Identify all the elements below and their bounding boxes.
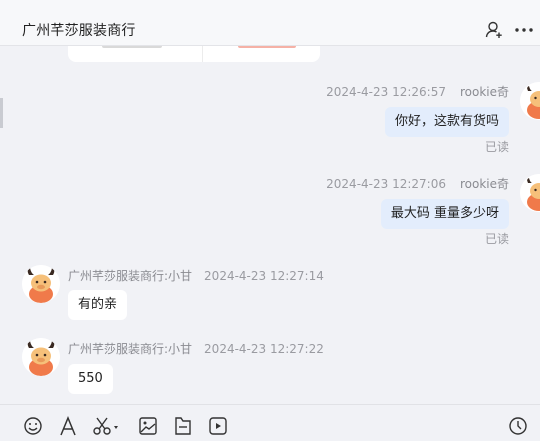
font-icon[interactable]	[57, 415, 79, 437]
history-icon[interactable]	[507, 415, 529, 437]
message-bubble[interactable]: 你好，这款有货吗	[384, 107, 509, 137]
avatar[interactable]	[520, 82, 540, 120]
file-icon[interactable]	[172, 415, 194, 437]
card-stub-left	[102, 46, 162, 48]
message-timestamp: 2024-4-23 12:26:57	[326, 85, 446, 99]
message-timestamp: 2024-4-23 12:27:14	[204, 269, 324, 283]
message-meta: 广州芊莎服装商行:小甘 2024-4-23 12:27:14	[68, 267, 324, 284]
add-user-icon[interactable]	[484, 20, 504, 40]
card-stub-right	[238, 46, 296, 48]
message-timestamp: 2024-4-23 12:27:06	[326, 177, 446, 191]
emoji-icon[interactable]	[22, 415, 44, 437]
video-icon[interactable]	[207, 415, 229, 437]
cow-avatar-icon	[22, 338, 60, 376]
chat-header: 广州芊莎服装商行	[0, 0, 540, 46]
message-meta: 2024-4-23 12:27:06 rookie奇	[326, 175, 509, 192]
read-status: 已读	[484, 140, 509, 154]
previous-product-card[interactable]	[68, 46, 320, 62]
image-icon[interactable]	[137, 415, 159, 437]
sender-name: rookie奇	[459, 85, 509, 99]
message-timestamp: 2024-4-23 12:27:22	[204, 342, 324, 356]
sender-name: 广州芊莎服装商行:小甘	[68, 269, 193, 283]
input-toolbar	[0, 404, 540, 437]
scroll-handle[interactable]	[0, 98, 3, 128]
card-divider	[202, 46, 203, 62]
sender-name: 广州芊莎服装商行:小甘	[68, 342, 193, 356]
message-bubble[interactable]: 550	[68, 364, 113, 394]
avatar[interactable]	[520, 174, 540, 212]
scissors-icon[interactable]	[92, 415, 122, 437]
read-status: 已读	[484, 232, 509, 246]
cow-avatar-icon	[520, 82, 540, 120]
chat-title: 广州芊莎服装商行	[22, 23, 136, 39]
message-meta: 2024-4-23 12:26:57 rookie奇	[326, 83, 509, 100]
cow-avatar-icon	[520, 174, 540, 212]
cow-avatar-icon	[22, 265, 60, 303]
more-icon[interactable]	[514, 20, 534, 40]
message-bubble[interactable]: 有的亲	[68, 290, 128, 320]
avatar[interactable]	[22, 338, 60, 376]
message-meta: 广州芊莎服装商行:小甘 2024-4-23 12:27:22	[68, 340, 324, 357]
sender-name: rookie奇	[459, 177, 509, 191]
message-bubble[interactable]: 最大码 重量多少呀	[380, 199, 509, 229]
avatar[interactable]	[22, 265, 60, 303]
